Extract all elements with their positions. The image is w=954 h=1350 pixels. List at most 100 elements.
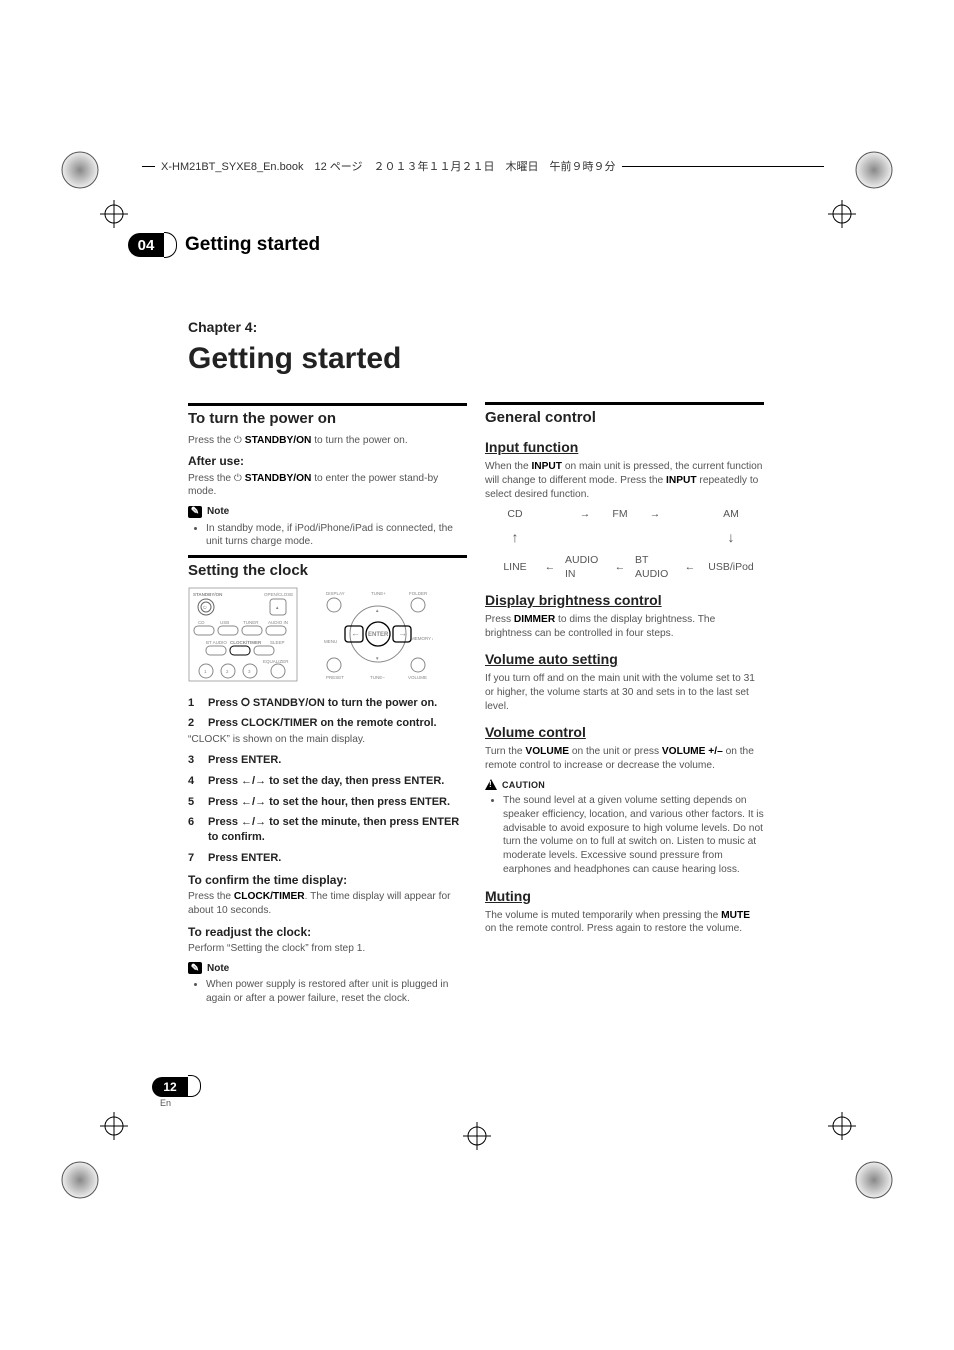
- section-rule: [188, 555, 467, 558]
- svg-text:SLEEP: SLEEP: [270, 640, 285, 645]
- body-text: Press DIMMER to dims the display brightn…: [485, 613, 764, 641]
- power-icon: ⏻: [234, 435, 242, 446]
- registration-mark-icon: [854, 1160, 894, 1200]
- sub-heading: To readjust the clock:: [188, 924, 467, 940]
- note-label: Note: [207, 962, 229, 976]
- arrow-right-icon: [580, 507, 591, 521]
- svg-text:MEMORY /PROGRAM: MEMORY /PROGRAM: [411, 636, 433, 641]
- svg-text:VOLUME: VOLUME: [408, 675, 427, 680]
- step: 4Press ←/→ to set the day, then press EN…: [188, 774, 467, 789]
- note-heading: ✎ Note: [188, 505, 467, 519]
- body-text: Perform “Setting the clock” from step 1.: [188, 942, 467, 956]
- flow-node: USB/iPod: [708, 560, 754, 574]
- chapter-label: Chapter 4:: [188, 318, 467, 337]
- arrow-left-icon: [545, 560, 556, 574]
- caution-icon: [485, 779, 497, 790]
- chapter-badge-cap: [164, 232, 177, 258]
- sub-heading: To confirm the time display:: [188, 872, 467, 888]
- flow-node: BT AUDIO: [635, 553, 675, 581]
- crop-mark-icon: [828, 200, 856, 228]
- registration-mark-icon: [60, 1160, 100, 1200]
- svg-text:▼: ▼: [375, 656, 379, 661]
- step: 2Press CLOCK/TIMER on the remote control…: [188, 716, 467, 731]
- subsection-heading: Volume auto setting: [485, 650, 764, 669]
- body-text: When the INPUT on main unit is pressed, …: [485, 460, 764, 501]
- page-number-cap: [188, 1075, 201, 1097]
- svg-text:CLOCK/TIMER: CLOCK/TIMER: [230, 640, 262, 645]
- svg-text:ENTER: ENTER: [368, 632, 389, 638]
- subsection-heading: Volume control: [485, 723, 764, 742]
- remote-diagram: STANDBY/ON OPEN/CLOSE ⏻ ▲ CD USB TUNER A…: [188, 587, 298, 685]
- content-columns: Chapter 4: Getting started To turn the p…: [188, 318, 764, 1012]
- svg-text:STANDBY/ON: STANDBY/ON: [193, 592, 222, 597]
- right-column: General control Input function When the …: [485, 318, 764, 1012]
- svg-text:AUDIO IN: AUDIO IN: [268, 620, 288, 625]
- body-text: Turn the VOLUME on the unit or press VOL…: [485, 745, 764, 773]
- body-text: Press the CLOCK/TIMER. The time display …: [188, 890, 467, 918]
- svg-text:EQUALIZER: EQUALIZER: [263, 659, 289, 664]
- page-language: En: [160, 1098, 171, 1108]
- svg-text:1: 1: [204, 669, 207, 674]
- flow-node: LINE: [503, 560, 526, 574]
- left-column: Chapter 4: Getting started To turn the p…: [188, 318, 467, 1012]
- note-item: When power supply is restored after unit…: [206, 978, 467, 1006]
- page: X-HM21BT_SYXE8_En.book 12 ページ ２０１３年１１月２１…: [0, 0, 954, 1350]
- note-heading: ✎ Note: [188, 962, 467, 976]
- step: 5Press ←/→ to set the hour, then press E…: [188, 795, 467, 810]
- arrow-left-icon: [615, 560, 626, 574]
- flow-node: AM: [723, 507, 739, 521]
- note-list: In standby mode, if iPod/iPhone/iPad is …: [188, 522, 467, 550]
- subsection-heading: Input function: [485, 438, 764, 457]
- body-text: Press the ⏻ STANDBY/ON to enter the powe…: [188, 472, 467, 500]
- svg-text:BT AUDIO: BT AUDIO: [206, 640, 227, 645]
- svg-text:FOLDER: FOLDER: [409, 591, 428, 596]
- header-filename: X-HM21BT_SYXE8_En.book 12 ページ ２０１３年１１月２１…: [155, 158, 622, 174]
- svg-text:CD: CD: [198, 620, 205, 625]
- chapter-number-badge: 04: [128, 233, 164, 257]
- arrow-left-icon: [685, 560, 696, 574]
- note-list: When power supply is restored after unit…: [188, 978, 467, 1006]
- svg-text:TUNER: TUNER: [243, 620, 259, 625]
- body-text: Press the ⏻ STANDBY/ON to turn the power…: [188, 434, 467, 448]
- flow-node: FM: [612, 507, 627, 521]
- crop-mark-icon: [828, 1112, 856, 1140]
- arrow-up-icon: [512, 528, 519, 547]
- step: 6Press ←/→ to set the minute, then press…: [188, 815, 467, 845]
- svg-text:DISPLAY: DISPLAY: [326, 591, 345, 596]
- input-flow-diagram: CD FM AM LINE AUDIO IN BT AUDIO USB/iPod: [495, 507, 764, 580]
- svg-text:←: ←: [351, 628, 360, 638]
- svg-text:▲: ▲: [275, 605, 279, 610]
- section-rule: [485, 402, 764, 405]
- note-icon: ✎: [188, 506, 202, 518]
- caution-list: The sound level at a given volume settin…: [485, 794, 764, 877]
- step: 1Press ⭘ STANDBY/ON to turn the power on…: [188, 696, 467, 711]
- crop-mark-icon: [463, 1122, 491, 1150]
- note-item: In standby mode, if iPod/iPhone/iPad is …: [206, 522, 467, 550]
- section-rule: [188, 403, 467, 406]
- caution-label: CAUTION: [502, 779, 545, 791]
- svg-text:USB: USB: [220, 620, 229, 625]
- svg-text:→: →: [398, 628, 407, 638]
- step-note: “CLOCK” is shown on the main display.: [188, 733, 467, 747]
- control-pad-diagram: DISPLAY TUNE+ FOLDER ENTER ▲ ▼ ← → MENU: [323, 587, 433, 685]
- svg-text:OPEN/CLOSE: OPEN/CLOSE: [264, 592, 293, 597]
- subsection-heading: Display brightness control: [485, 591, 764, 610]
- step: 3Press ENTER.: [188, 753, 467, 768]
- page-number-badge: 12: [152, 1077, 188, 1097]
- svg-text:2: 2: [226, 669, 229, 674]
- subsection-heading: Muting: [485, 887, 764, 906]
- svg-text:TUNE+: TUNE+: [371, 591, 386, 596]
- registration-mark-icon: [854, 150, 894, 190]
- note-icon: ✎: [188, 962, 202, 974]
- chapter-bar-title: Getting started: [185, 234, 320, 256]
- svg-text:▲: ▲: [375, 608, 379, 613]
- registration-mark-icon: [60, 150, 100, 190]
- svg-text:PRESET: PRESET: [326, 675, 344, 680]
- svg-text:3: 3: [248, 669, 251, 674]
- sub-heading: After use:: [188, 453, 467, 469]
- flow-node: CD: [507, 507, 522, 521]
- power-icon: ⏻: [234, 473, 242, 484]
- svg-text:TUNE–: TUNE–: [370, 675, 385, 680]
- caution-item: The sound level at a given volume settin…: [503, 794, 764, 877]
- chapter-bar: 04 Getting started: [128, 232, 320, 258]
